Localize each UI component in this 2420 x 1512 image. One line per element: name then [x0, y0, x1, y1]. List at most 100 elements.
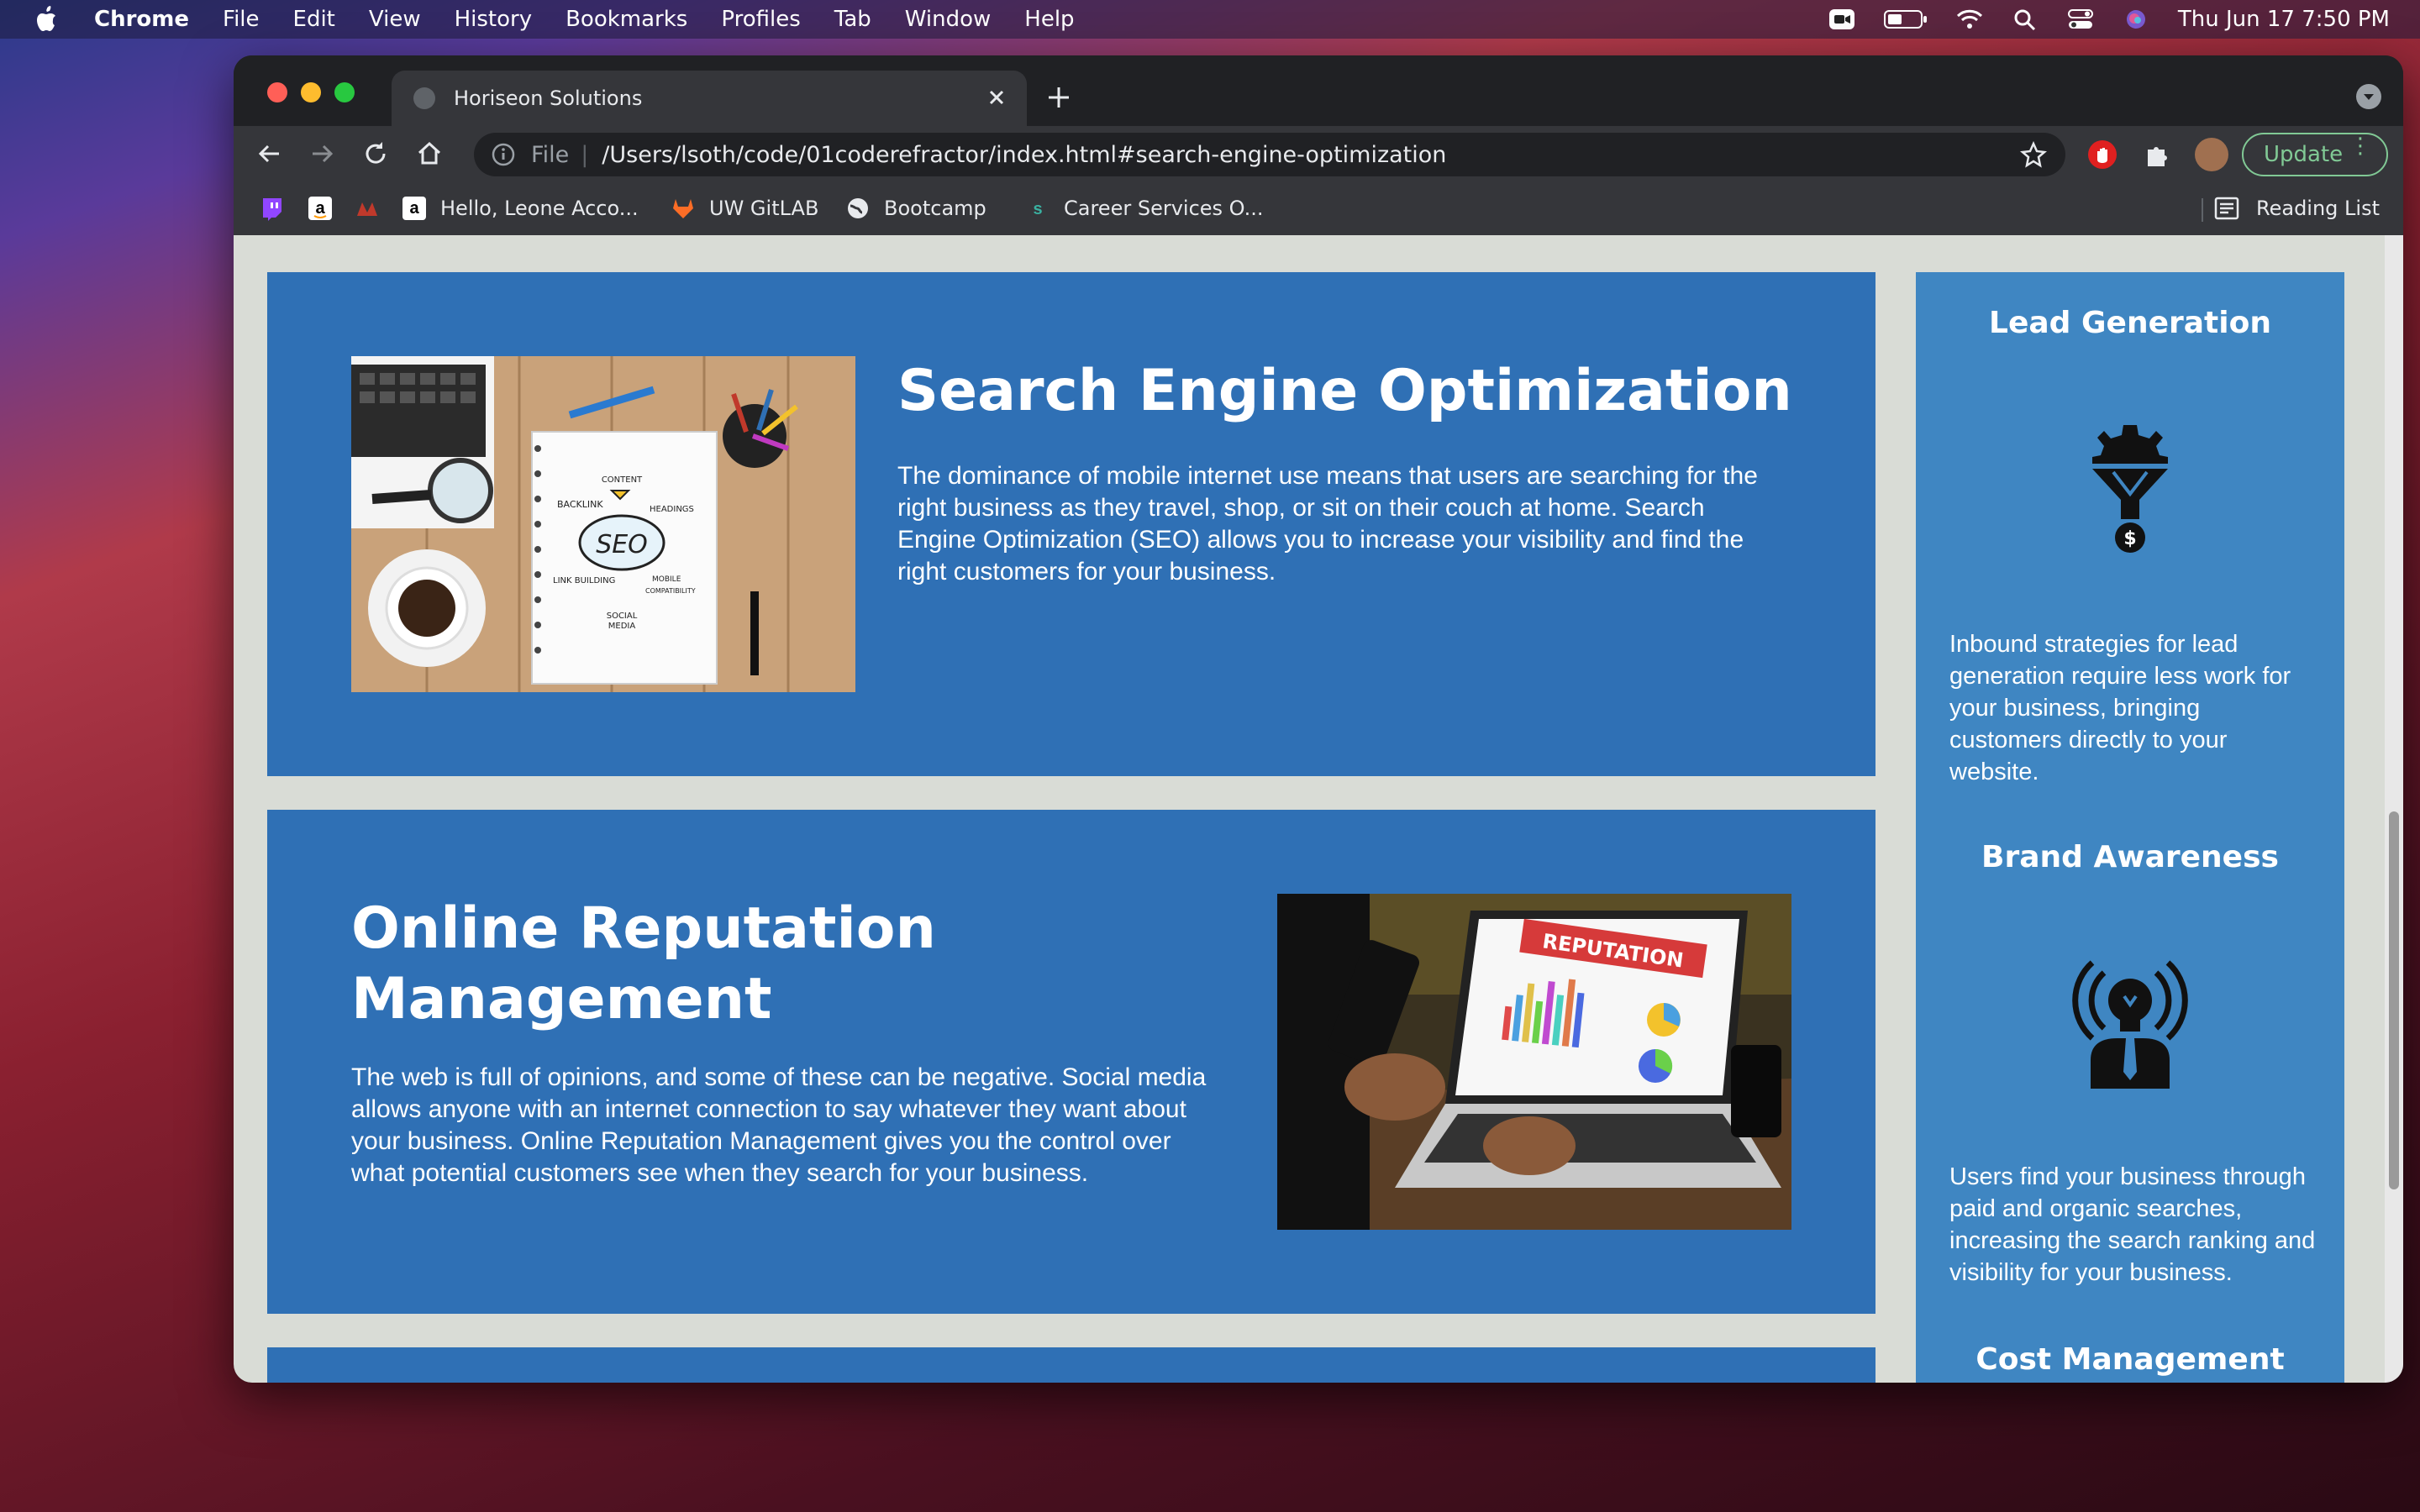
window-close-button[interactable] [267, 82, 287, 102]
new-tab-plus-icon[interactable] [1044, 82, 1074, 113]
menu-profiles[interactable]: Profiles [721, 7, 800, 32]
cost-management-title: Cost Management [1975, 1342, 2285, 1377]
menu-view[interactable]: View [369, 7, 421, 32]
reading-list-label: Reading List [2256, 197, 2380, 220]
bookmark-label: Career Services O... [1064, 197, 1264, 220]
svg-text:a: a [409, 199, 419, 218]
red-app-icon [357, 202, 377, 216]
back-arrow-icon[interactable] [254, 138, 286, 170]
brand-awareness-body: Users find your business through paid an… [1949, 1163, 2316, 1286]
bookmark-hello-leone[interactable]: a Hello, Leone Acco... [402, 193, 639, 223]
seo-image-word: BACKLINK [557, 499, 603, 510]
page-scrollbar[interactable] [2385, 235, 2403, 1383]
reading-list-icon [2214, 197, 2239, 220]
scheme-separator: | [581, 141, 589, 168]
menu-help[interactable]: Help [1024, 7, 1074, 32]
brand-awareness-lightbulb-icon [2072, 960, 2188, 1089]
menu-window[interactable]: Window [905, 7, 992, 32]
seo-image-word: SEO [596, 530, 648, 559]
spotlight-search-icon[interactable] [2012, 8, 2039, 30]
update-label: Update [2264, 142, 2344, 167]
scheme-label: File [531, 141, 570, 168]
apple-logo-icon[interactable] [35, 6, 60, 33]
next-section [267, 1347, 1876, 1383]
bookmark-label: UW GitLAB [709, 197, 819, 220]
menu-history[interactable]: History [455, 7, 533, 32]
bookmark-bootcamp[interactable]: Bootcamp [845, 193, 986, 223]
seo-image-word: CONTENT [602, 475, 643, 485]
seo-section: SEO CONTENT BACKLINK HEADINGS LINK BUILD… [267, 272, 1876, 776]
seo-title: Search Engine Optimization [897, 358, 1792, 424]
menu-edit[interactable]: Edit [293, 7, 335, 32]
benefits-sidebar: Lead Generation $ Inbound strategies for… [1916, 272, 2344, 1383]
seo-image-word: LINK BUILDING [553, 576, 615, 585]
brand-awareness-title: Brand Awareness [1981, 840, 2279, 874]
bookmark-twitch[interactable] [259, 193, 297, 223]
seo-image-word: MEDIA [608, 622, 636, 631]
amazon-icon: a [402, 197, 426, 220]
menu-bookmarks[interactable]: Bookmarks [566, 7, 687, 32]
svg-text:a: a [315, 199, 325, 218]
battery-icon[interactable] [1883, 8, 1928, 30]
window-zoom-button[interactable] [334, 82, 355, 102]
menu-tab[interactable]: Tab [834, 7, 871, 32]
orm-title-line1: Online Reputation [351, 895, 936, 962]
browser-toolbar: File | /Users/lsoth/code/01coderefractor… [234, 126, 2403, 181]
seo-image-word: COMPATIBILITY [645, 587, 696, 595]
lead-generation-title: Lead Generation [1989, 306, 2271, 340]
profile-avatar[interactable] [2195, 138, 2228, 171]
s-letter-icon: s [1033, 200, 1042, 218]
tab-search-chevron-icon[interactable] [2356, 84, 2381, 109]
tab-title: Horiseon Solutions [454, 87, 643, 110]
orm-section: Online Reputation Management The web is … [267, 810, 1876, 1314]
orm-body: The web is full of opinions, and some of… [351, 1063, 1207, 1187]
bookmark-label: Hello, Leone Acco... [440, 197, 639, 220]
scrollbar-thumb[interactable] [2389, 811, 2399, 1189]
window-minimize-button[interactable] [301, 82, 321, 102]
bookmarks-bar: a a Hello, Leone Acco... UW GitLAB Bootc… [234, 181, 2403, 235]
control-center-icon[interactable] [2067, 8, 2094, 30]
url-text[interactable]: /Users/lsoth/code/01coderefractor/index.… [602, 142, 1446, 168]
menu-file[interactable]: File [223, 7, 260, 32]
seo-notebook-image: SEO CONTENT BACKLINK HEADINGS LINK BUILD… [351, 356, 855, 692]
orm-laptop-image: REPUTATION [1277, 894, 1791, 1230]
more-menu-icon[interactable]: ⋮ [2349, 135, 2371, 157]
bookmark-star-icon[interactable] [2020, 141, 2047, 168]
page-viewport: SEO CONTENT BACKLINK HEADINGS LINK BUILD… [234, 235, 2403, 1383]
svg-text:s: s [1033, 200, 1042, 218]
seo-image-word: SOCIAL [607, 612, 638, 621]
gitlab-icon [673, 199, 693, 218]
extensions-puzzle-icon[interactable] [2143, 139, 2173, 170]
forward-arrow-icon[interactable] [306, 138, 338, 170]
zoom-camera-icon[interactable] [1828, 8, 1855, 30]
bookmark-amazon[interactable]: a [308, 193, 346, 223]
orm-title-line2: Management [351, 966, 772, 1032]
bookmark-uw-gitlab[interactable]: UW GitLAB [671, 193, 818, 223]
wifi-icon[interactable] [1956, 8, 1983, 30]
lead-generation-funnel-icon: $ [2092, 425, 2168, 553]
address-bar[interactable]: File | /Users/lsoth/code/01coderefractor… [474, 133, 2065, 176]
reload-icon[interactable] [360, 138, 392, 170]
siri-icon[interactable] [2123, 8, 2149, 30]
globe-icon [848, 198, 868, 218]
reading-list-button[interactable]: Reading List [2214, 193, 2380, 223]
tab-close-icon[interactable] [983, 84, 1010, 111]
bookmarks-divider [2202, 198, 2203, 222]
bookmark-career-services[interactable]: s Career Services O... [1025, 193, 1263, 223]
menu-app-name[interactable]: Chrome [94, 7, 189, 32]
home-icon[interactable] [413, 138, 445, 170]
svg-text:$: $ [2123, 528, 2136, 549]
bookmark-red-app[interactable] [355, 193, 393, 223]
amazon-icon: a [308, 197, 332, 220]
orm-title: Online Reputation Management [351, 894, 1023, 1035]
adblock-hand-icon[interactable] [2087, 139, 2118, 170]
update-button[interactable]: Update ⋮ [2242, 133, 2388, 176]
info-icon[interactable] [491, 142, 516, 167]
tab-horiseon[interactable]: Horiseon Solutions [392, 71, 1027, 126]
globe-icon [413, 87, 435, 109]
seo-body: The dominance of mobile internet use mea… [897, 462, 1758, 585]
macos-menubar: Chrome File Edit View History Bookmarks … [0, 0, 2420, 39]
seo-image-word: HEADINGS [650, 505, 694, 514]
menubar-datetime[interactable]: Thu Jun 17 7:50 PM [2178, 7, 2390, 32]
twitch-icon [263, 198, 281, 221]
